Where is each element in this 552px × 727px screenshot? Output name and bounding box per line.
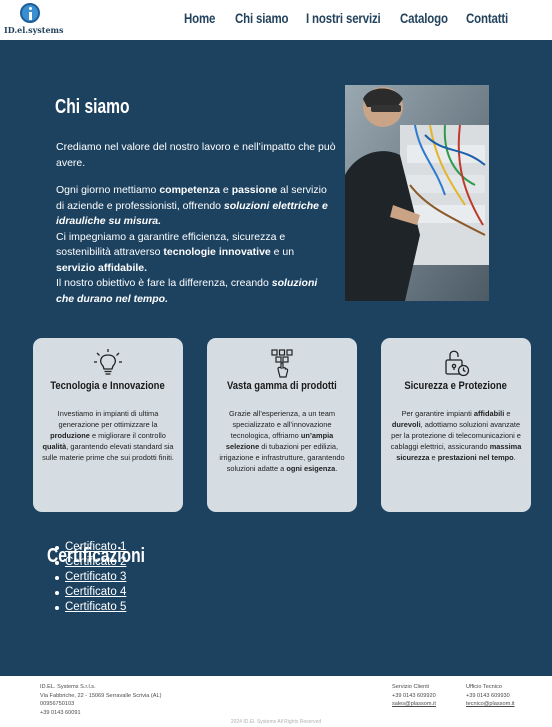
electrician-photo — [345, 85, 489, 301]
list-item: Certificato 5 — [55, 601, 126, 616]
lock-clock-icon — [445, 350, 470, 377]
card-body: Grazie all’esperienza, a un team special… — [219, 409, 345, 473]
footer-tech: Ufficio Tecnico +39 0143 609930 tecnico@… — [466, 683, 515, 709]
about-paragraph-2: Ogni giorno mettiamo competenza e passio… — [56, 184, 328, 227]
certificate-link-3[interactable]: Certificato 3 — [65, 571, 126, 583]
certificate-link-4[interactable]: Certificato 4 — [65, 586, 126, 598]
card-title: Tecnologia e Innovazione — [50, 380, 166, 392]
card-title: Sicurezza e Protezione — [404, 380, 508, 392]
about-text: Crediamo nel valore del nostro lavoro e … — [56, 140, 336, 307]
list-item: Certificato 1 — [55, 541, 126, 556]
footer-phone: +39 0143 60091 — [40, 709, 81, 716]
nav-catalogo[interactable]: Catalogo — [400, 10, 448, 26]
list-item: Certificato 2 — [55, 556, 126, 571]
certificates-list: Certificato 1 Certificato 2 Certificato … — [55, 541, 126, 616]
footer-clients-email[interactable]: sales@plassom.it — [392, 700, 436, 709]
list-item: Certificato 3 — [55, 571, 126, 586]
about-paragraph-4: Il nostro obiettivo è fare la differenza… — [56, 277, 318, 305]
footer-tech-phone: +39 0143 609930 — [466, 692, 510, 699]
footer-address: Via Fabbriche, 22 - 15069 Serravalle Scr… — [40, 692, 162, 699]
site-header: ID.el.systems Home Chi siamo I nostri se… — [0, 0, 552, 40]
about-paragraph-3: Ci impegniamo a garantire efficienza, si… — [56, 230, 295, 274]
card-sicurezza: Sicurezza e Protezione Per garantire imp… — [381, 338, 531, 512]
footer-company: ID.EL. Systems S.r.l.s. — [40, 684, 96, 690]
card-body: Investiamo in impianti di ultima generaz… — [42, 409, 174, 462]
products-icon — [271, 349, 293, 378]
main-nav: Home Chi siamo I nostri servizi Catalogo… — [0, 10, 552, 32]
card-tecnologia: Tecnologia e Innovazione Investiamo in i… — [33, 338, 183, 512]
certificate-link-1[interactable]: Certificato 1 — [65, 541, 126, 553]
nav-home[interactable]: Home — [184, 10, 215, 26]
footer-vat: 00956750103 — [40, 701, 75, 708]
about-title: Chi siamo — [55, 96, 130, 118]
list-item: Certificato 4 — [55, 586, 126, 601]
copyright: 2024 ID.El. Systems All Rights Reserved — [230, 719, 322, 725]
lightbulb-icon — [94, 349, 122, 375]
card-title: Vasta gamma di prodotti — [227, 380, 337, 392]
card-prodotti: Vasta gamma di prodotti Grazie all’esper… — [207, 338, 357, 512]
certificate-link-5[interactable]: Certificato 5 — [65, 601, 126, 613]
footer-company-info: ID.EL. Systems S.r.l.s. Via Fabbriche, 2… — [40, 683, 161, 717]
certificate-link-2[interactable]: Certificato 2 — [65, 556, 126, 568]
footer-tech-email[interactable]: tecnico@plassom.it — [466, 700, 515, 709]
card-body: Per garantire impianti affidabili e dure… — [390, 409, 522, 462]
nav-contatti[interactable]: Contatti — [466, 10, 508, 26]
nav-chi-siamo[interactable]: Chi siamo — [235, 10, 289, 26]
footer-clients: Servizio Clienti +39 0143 609920 sales@p… — [392, 683, 436, 709]
nav-servizi[interactable]: I nostri servizi — [306, 10, 381, 26]
footer-clients-phone: +39 0143 609920 — [392, 692, 436, 699]
site-footer: ID.EL. Systems S.r.l.s. Via Fabbriche, 2… — [0, 676, 552, 727]
footer-tech-title: Ufficio Tecnico — [466, 684, 502, 690]
about-paragraph-1: Crediamo nel valore del nostro lavoro e … — [56, 141, 336, 169]
footer-clients-title: Servizio Clienti — [392, 684, 429, 690]
